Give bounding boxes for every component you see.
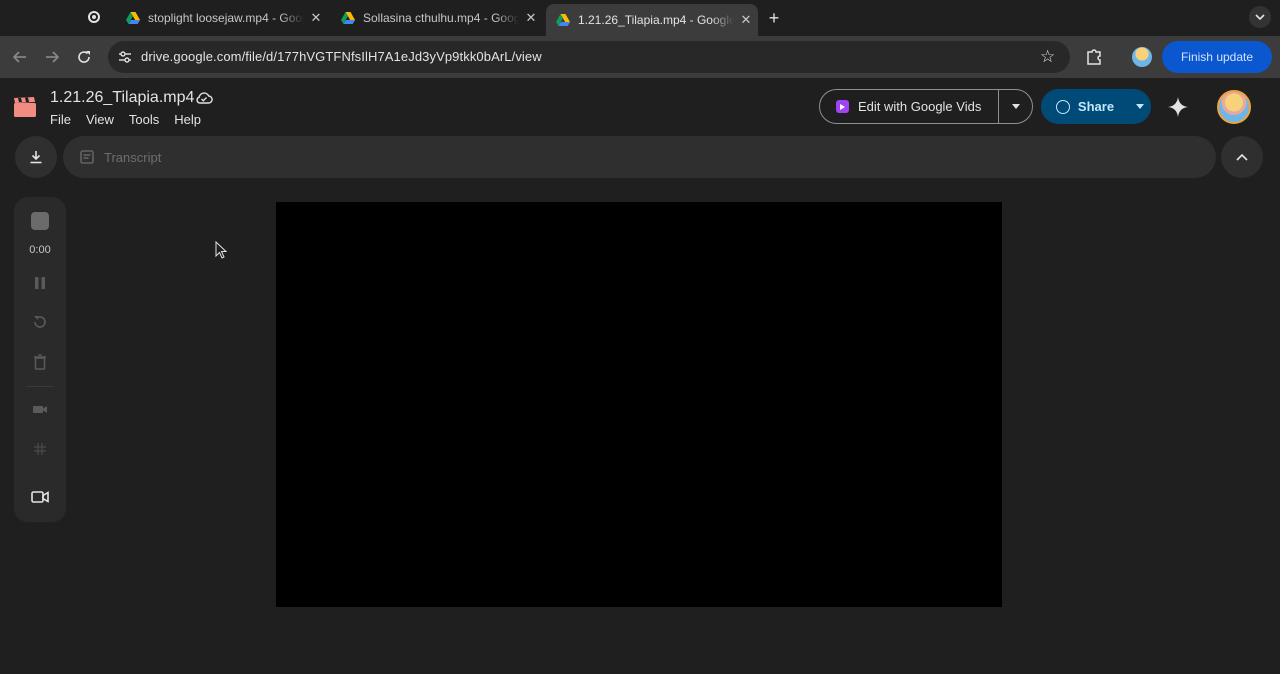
tab-stoplight[interactable]: stoplight loosejaw.mp4 - Google Drive ✕ (116, 4, 328, 32)
google-vids-icon (836, 100, 849, 113)
forward-icon (46, 51, 59, 63)
transcript-label: Transcript (104, 150, 162, 165)
restart-icon (34, 316, 46, 328)
chevron-down-icon (1255, 14, 1265, 20)
globe-icon (1055, 99, 1070, 114)
transcript-bar[interactable]: Transcript (63, 136, 1216, 178)
grid-icon (34, 443, 46, 455)
edit-vids-dropdown-button[interactable] (999, 90, 1033, 123)
reload-icon (78, 51, 90, 63)
tab-title: Sollasina cthulhu.mp4 - Google Drive (363, 11, 519, 25)
tab-sollasina[interactable]: Sollasina cthulhu.mp4 - Google Drive ✕ (331, 4, 543, 32)
drive-icon (126, 12, 140, 24)
menu-view[interactable]: View (86, 112, 114, 127)
plus-icon[interactable]: + (764, 8, 784, 28)
camera-button[interactable] (30, 487, 50, 507)
tab-strip: stoplight loosejaw.mp4 - Google Drive ✕ … (0, 0, 1280, 36)
pause-button[interactable] (30, 273, 50, 293)
video-player[interactable] (276, 202, 1002, 607)
extensions-icon[interactable] (1084, 46, 1104, 66)
share-group: Share (1041, 89, 1151, 124)
pause-icon (35, 277, 45, 289)
menu-tools[interactable]: Tools (129, 112, 159, 127)
close-icon[interactable]: ✕ (304, 10, 328, 26)
address-bar[interactable]: drive.google.com/file/d/177hVGTFNfsIlH7A… (108, 41, 1070, 73)
browser-toolbar: drive.google.com/file/d/177hVGTFNfsIlH7A… (0, 36, 1280, 78)
account-avatar[interactable] (1217, 90, 1251, 124)
delete-button[interactable] (30, 352, 50, 372)
caret-down-icon (1136, 104, 1144, 109)
divider (26, 386, 54, 387)
forward-button[interactable] (41, 46, 63, 68)
recording-icon[interactable] (88, 11, 100, 23)
caret-down-icon (1012, 104, 1020, 109)
menu-help[interactable]: Help (174, 112, 201, 127)
reload-button[interactable] (73, 46, 95, 68)
grid-button[interactable] (30, 439, 50, 459)
recorder-panel: 0:00 (14, 197, 66, 522)
download-icon (30, 151, 42, 164)
close-icon[interactable]: ✕ (734, 12, 758, 28)
trash-icon (34, 354, 46, 370)
drive-icon (341, 12, 355, 24)
url-text[interactable]: drive.google.com/file/d/177hVGTFNfsIlH7A… (141, 49, 542, 64)
download-button[interactable] (15, 136, 57, 178)
star-icon[interactable]: ☆ (1040, 47, 1055, 67)
tune-icon[interactable] (118, 50, 132, 64)
share-button[interactable]: Share (1041, 89, 1129, 124)
edit-with-google-vids-group: Edit with Google Vids (819, 89, 1033, 124)
restart-button[interactable] (30, 312, 50, 332)
transcript-icon (80, 150, 94, 164)
edit-with-google-vids-button[interactable]: Edit with Google Vids (820, 90, 998, 123)
camera-icon (31, 491, 49, 503)
gemini-sparkle-icon[interactable] (1166, 95, 1190, 119)
share-label: Share (1077, 99, 1115, 114)
mouse-cursor-icon (215, 241, 227, 259)
menu-file[interactable]: File (50, 112, 71, 127)
chevron-up-icon (1236, 153, 1248, 161)
tab-title: stoplight loosejaw.mp4 - Google Drive (148, 11, 304, 25)
menu-bar: File View Tools Help (50, 112, 201, 127)
cloud-saved-icon[interactable] (195, 90, 213, 106)
file-title[interactable]: 1.21.26_Tilapia.mp4 (50, 89, 194, 107)
back-button[interactable] (9, 46, 31, 68)
edit-vids-label: Edit with Google Vids (858, 99, 982, 114)
video-clapper-icon (14, 97, 36, 117)
close-icon[interactable]: ✕ (519, 10, 543, 26)
camera-off-button[interactable] (30, 399, 50, 419)
profile-avatar[interactable] (1132, 47, 1152, 67)
tab-search-button[interactable] (1249, 6, 1271, 28)
stop-icon[interactable] (31, 212, 49, 230)
back-icon (13, 51, 26, 63)
finish-update-button[interactable]: Finish update (1162, 41, 1272, 73)
tab-title: 1.21.26_Tilapia.mp4 - Google Drive (578, 13, 734, 27)
tab-tilapia[interactable]: 1.21.26_Tilapia.mp4 - Google Drive ✕ (546, 4, 758, 36)
collapse-button[interactable] (1221, 136, 1263, 178)
recording-timer: 0:00 (29, 244, 51, 256)
drive-icon (556, 14, 570, 26)
share-dropdown-button[interactable] (1129, 89, 1151, 124)
camera-off-icon (33, 406, 47, 413)
